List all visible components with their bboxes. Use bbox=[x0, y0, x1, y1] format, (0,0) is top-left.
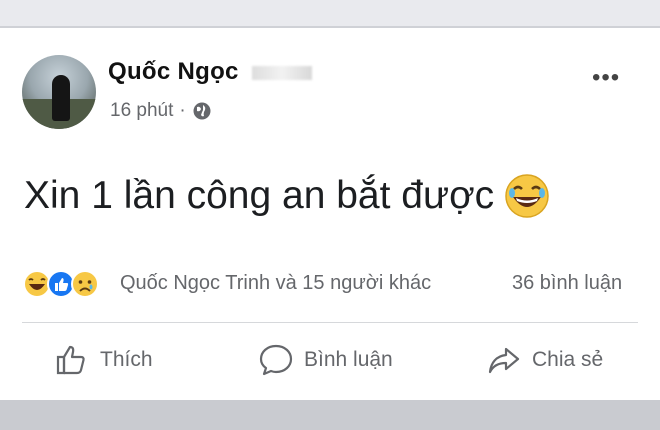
bottom-separator bbox=[0, 400, 660, 430]
reaction-icons[interactable] bbox=[22, 269, 99, 299]
comment-count[interactable]: 36 bình luận bbox=[512, 272, 622, 295]
post-time[interactable]: 16 phút bbox=[110, 100, 173, 122]
comment-button[interactable]: Bình luận bbox=[258, 342, 393, 378]
action-bar: Thích Bình luận Chia sẻ bbox=[0, 342, 660, 388]
like-button[interactable]: Thích bbox=[54, 342, 153, 378]
share-icon bbox=[488, 347, 520, 374]
thumbs-up-icon bbox=[56, 345, 85, 375]
share-button[interactable]: Chia sẻ bbox=[486, 342, 603, 378]
share-label: Chia sẻ bbox=[532, 348, 604, 371]
reaction-bar: Quốc Ngọc Trinh và 15 người khác 36 bình… bbox=[22, 266, 642, 300]
divider bbox=[22, 322, 638, 323]
post-body: Xin 1 lần công an bắt được bbox=[24, 173, 550, 219]
top-separator bbox=[0, 0, 660, 26]
comment-label: Bình luận bbox=[304, 348, 393, 371]
post-meta: 16 phút · bbox=[110, 100, 212, 122]
blurred-name-part bbox=[251, 65, 312, 80]
laughing-emoji-icon bbox=[505, 174, 549, 218]
comment-icon bbox=[259, 344, 293, 376]
like-label: Thích bbox=[100, 348, 153, 371]
post-text: Xin 1 lần công an bắt được bbox=[24, 174, 495, 217]
reaction-names[interactable]: Quốc Ngọc Trinh và 15 người khác bbox=[120, 272, 431, 295]
author-name[interactable]: Quốc Ngọc bbox=[108, 58, 312, 86]
meta-separator: · bbox=[179, 100, 186, 121]
avatar[interactable] bbox=[22, 55, 96, 129]
globe-icon bbox=[193, 102, 211, 120]
more-options-icon[interactable]: ••• bbox=[592, 64, 620, 92]
post-card: Quốc Ngọc 16 phút · ••• Xin 1 lần công a… bbox=[0, 28, 660, 400]
author-name-text[interactable]: Quốc Ngọc bbox=[108, 58, 239, 85]
sad-reaction-icon bbox=[71, 270, 99, 298]
